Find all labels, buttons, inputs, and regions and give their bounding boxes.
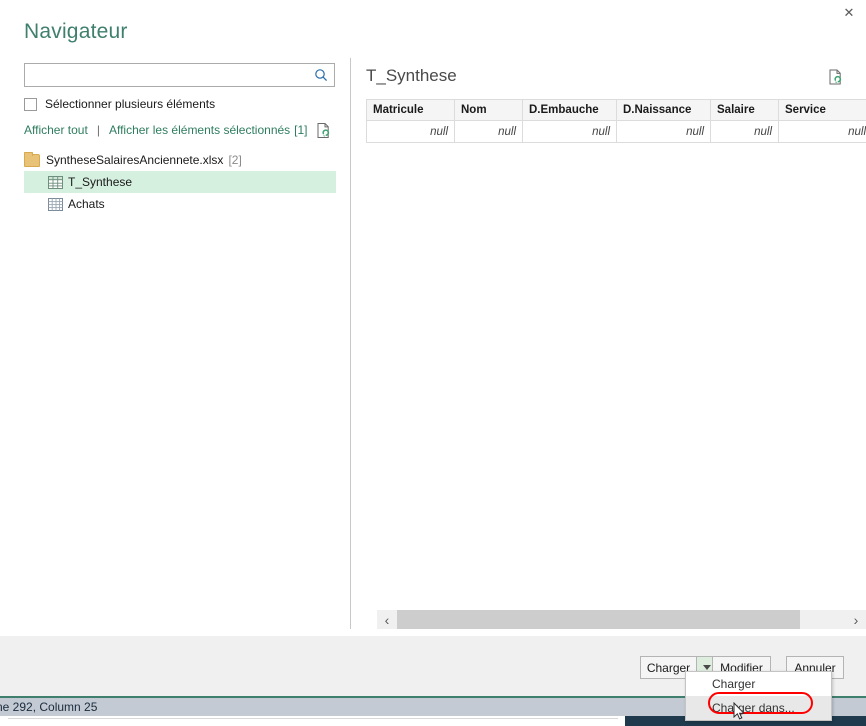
search-input[interactable] xyxy=(25,64,310,86)
panel-divider xyxy=(350,58,351,629)
table-cell: null xyxy=(366,120,455,143)
column-header[interactable]: Service xyxy=(778,99,866,121)
chevron-right-icon[interactable]: › xyxy=(846,610,866,629)
column-header[interactable]: Salaire xyxy=(710,99,779,121)
multi-select-checkbox[interactable] xyxy=(24,97,37,111)
menu-item-charger-dans[interactable]: Charger dans... xyxy=(686,696,831,720)
close-icon[interactable]: ✕ xyxy=(836,2,862,24)
link-separator: | xyxy=(96,123,100,137)
chevron-left-icon[interactable]: ‹ xyxy=(377,610,397,629)
tree-item-label: Achats xyxy=(68,197,105,211)
column-header[interactable]: D.Embauche xyxy=(522,99,617,121)
preview-table: Matricule Nom D.Embauche D.Naissance Sal… xyxy=(366,99,866,143)
table-cell: null xyxy=(778,120,866,143)
selected-count: [1] xyxy=(294,123,308,137)
scrollbar-thumb[interactable] xyxy=(397,610,800,629)
page-title: Navigateur xyxy=(24,20,128,43)
scrollbar-track[interactable] xyxy=(397,610,846,629)
table-cell: null xyxy=(454,120,523,143)
navigator-tree: SyntheseSalairesAnciennete.xlsx [2] T_Sy… xyxy=(0,149,350,215)
tree-item-label: SyntheseSalairesAnciennete.xlsx xyxy=(46,153,224,167)
tree-row-workbook[interactable]: SyntheseSalairesAnciennete.xlsx [2] xyxy=(0,149,350,171)
navigator-dialog: ✕ Navigateur Sélectionner plusieurs élém… xyxy=(0,0,866,726)
preview-title: T_Synthese xyxy=(366,66,457,85)
multi-select-label: Sélectionner plusieurs éléments xyxy=(45,97,216,111)
tree-item-count: [2] xyxy=(228,153,242,167)
search-icon[interactable] xyxy=(312,66,330,84)
sidebar-item-t-synthese[interactable]: T_Synthese xyxy=(24,171,336,193)
show-all-link[interactable]: Afficher tout xyxy=(24,123,88,137)
column-header[interactable]: D.Naissance xyxy=(616,99,711,121)
column-header[interactable]: Matricule xyxy=(366,99,455,121)
table-cell: null xyxy=(616,120,711,143)
table-cell: null xyxy=(710,120,779,143)
table-row: null null null null null null xyxy=(366,120,866,143)
tree-item-label: T_Synthese xyxy=(68,175,133,189)
taskbar-light-strip xyxy=(8,718,618,726)
table-header-row: Matricule Nom D.Embauche D.Naissance Sal… xyxy=(366,99,866,121)
menu-item-charger[interactable]: Charger xyxy=(686,672,831,696)
column-header[interactable]: Nom xyxy=(454,99,523,121)
search-box[interactable] xyxy=(24,63,335,87)
sidebar-item-achats[interactable]: Achats xyxy=(0,193,350,215)
worksheet-grid-icon xyxy=(48,197,63,211)
status-text: ne 292, Column 25 xyxy=(0,700,98,714)
show-selected-link[interactable]: Afficher les éléments sélectionnés xyxy=(109,123,290,137)
folder-icon xyxy=(24,151,40,167)
horizontal-scrollbar[interactable]: ‹ › xyxy=(377,610,866,629)
load-dropdown-menu: Charger Charger dans... xyxy=(685,671,832,721)
chevron-down-icon xyxy=(703,665,711,670)
table-grid-icon xyxy=(48,175,63,189)
multi-select-row[interactable]: Sélectionner plusieurs éléments xyxy=(24,96,215,112)
filter-links: Afficher tout | Afficher les éléments sé… xyxy=(24,121,332,139)
refresh-document-icon[interactable] xyxy=(828,68,844,86)
refresh-document-icon[interactable] xyxy=(316,122,332,139)
table-cell: null xyxy=(522,120,617,143)
